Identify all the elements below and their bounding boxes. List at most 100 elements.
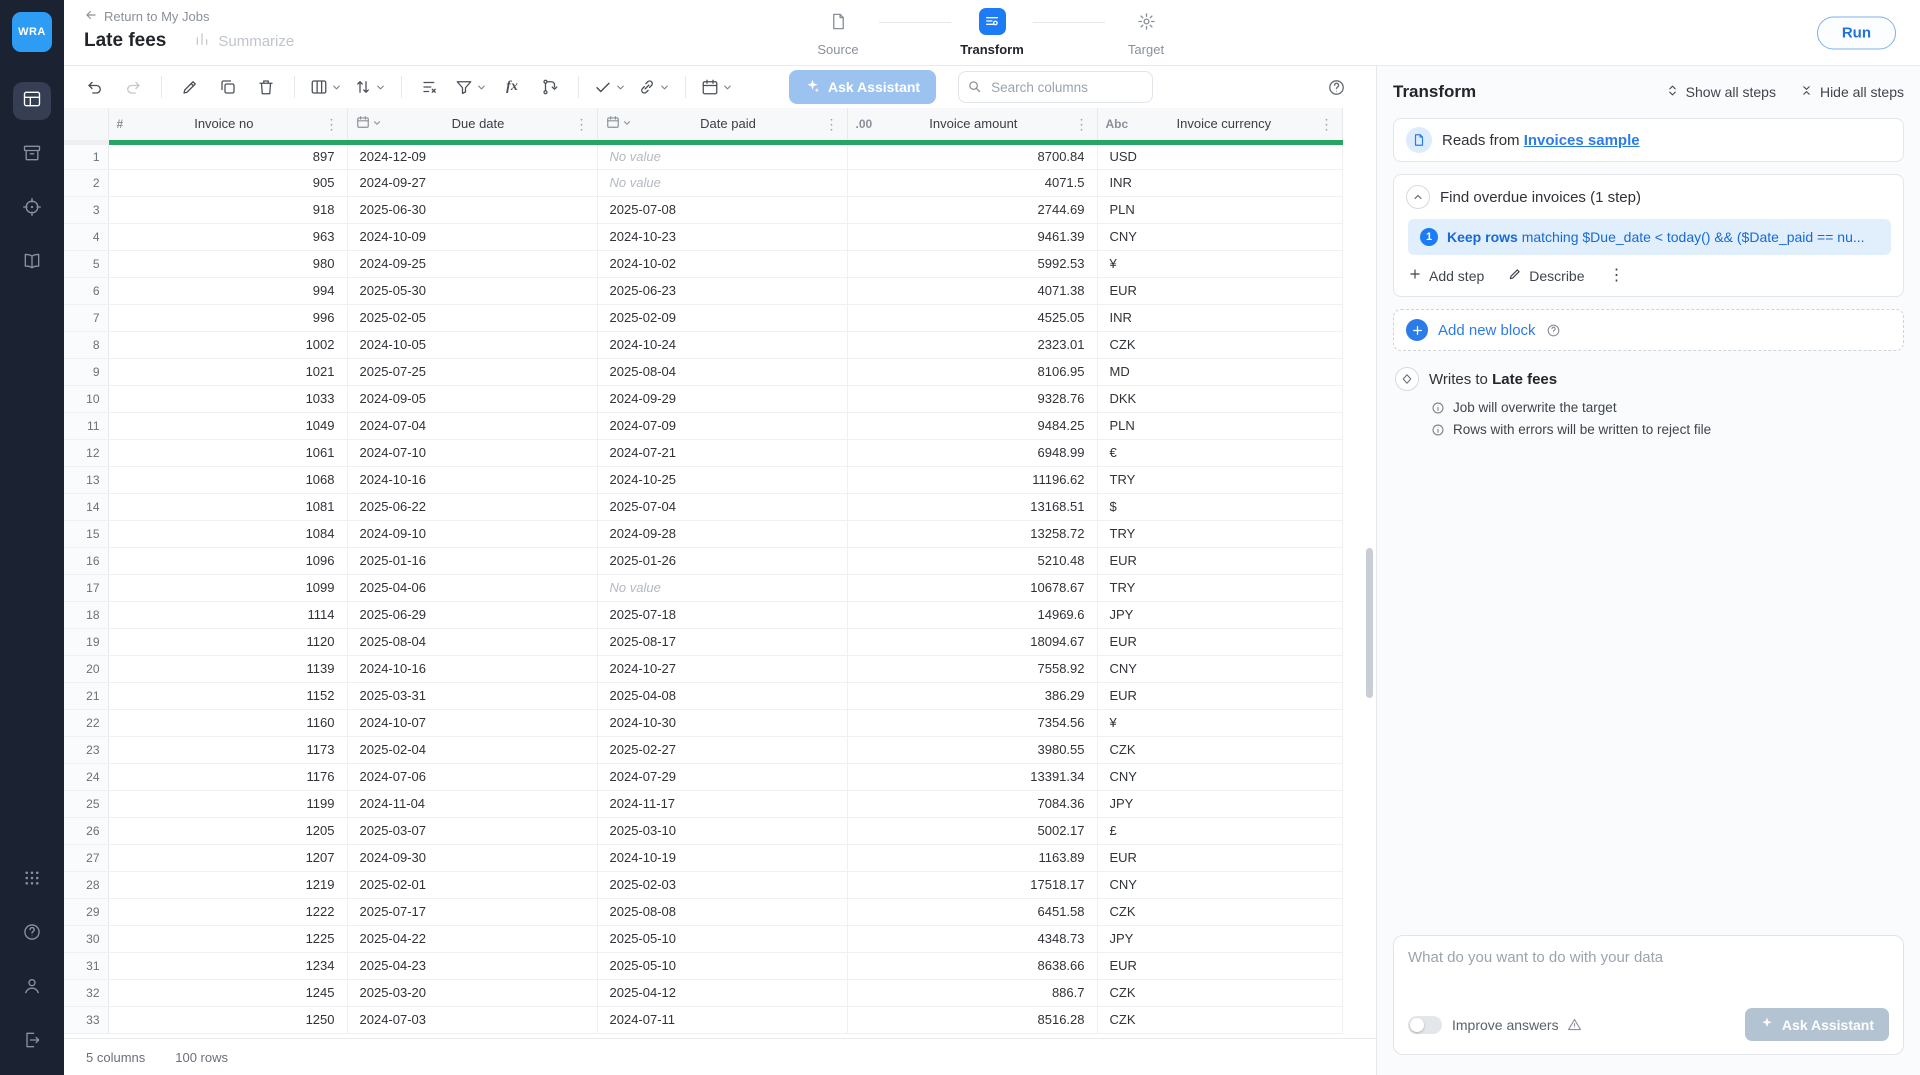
table-cell[interactable]: ¥ (1097, 250, 1342, 277)
table-cell[interactable]: 2024-10-27 (597, 655, 847, 682)
table-cell[interactable]: 2025-04-08 (597, 682, 847, 709)
table-row[interactable]: 49632024-10-092024-10-239461.39CNY (64, 223, 1342, 250)
table-cell[interactable]: 1163.89 (847, 844, 1097, 871)
table-cell[interactable]: 11196.62 (847, 466, 1097, 493)
table-row[interactable]: 1110492024-07-042024-07-099484.25PLN (64, 412, 1342, 439)
table-cell[interactable]: 1219 (108, 871, 347, 898)
table-cell[interactable]: 8638.66 (847, 952, 1097, 979)
table-cell[interactable]: 886.7 (847, 979, 1097, 1006)
table-cell[interactable]: 7558.92 (847, 655, 1097, 682)
sidebar-item-transform[interactable] (13, 82, 51, 120)
table-cell[interactable]: PLN (1097, 196, 1342, 223)
summarize-button[interactable]: Summarize (194, 31, 294, 51)
table-cell[interactable]: 1068 (108, 466, 347, 493)
table-cell[interactable]: 2025-04-22 (347, 925, 597, 952)
table-cell[interactable]: CNY (1097, 871, 1342, 898)
table-cell[interactable]: 2024-10-07 (347, 709, 597, 736)
table-cell[interactable]: 6451.58 (847, 898, 1097, 925)
table-cell[interactable]: 8106.95 (847, 358, 1097, 385)
table-cell[interactable]: 13258.72 (847, 520, 1097, 547)
ask-assistant-submit-button[interactable]: Ask Assistant (1745, 1008, 1889, 1041)
table-row[interactable]: 910212025-07-252025-08-048106.95MD (64, 358, 1342, 385)
table-cell[interactable]: 2025-02-27 (597, 736, 847, 763)
table-cell[interactable]: 5992.53 (847, 250, 1097, 277)
column-header-invoice-amount[interactable]: .00 Invoice amount ⋮ (847, 108, 1097, 142)
run-button[interactable]: Run (1817, 16, 1896, 49)
table-row[interactable]: 2011392024-10-162024-10-277558.92CNY (64, 655, 1342, 682)
table-cell[interactable]: 2744.69 (847, 196, 1097, 223)
columns-button[interactable] (306, 71, 346, 103)
reshape-button[interactable] (533, 71, 567, 103)
table-row[interactable]: 3312502024-07-032024-07-118516.28CZK (64, 1006, 1342, 1033)
assistant-prompt-input[interactable] (1408, 949, 1889, 993)
table-cell[interactable]: 6948.99 (847, 439, 1097, 466)
table-cell[interactable]: CNY (1097, 655, 1342, 682)
table-cell[interactable]: 2025-03-07 (347, 817, 597, 844)
table-row[interactable]: 1610962025-01-162025-01-265210.48EUR (64, 547, 1342, 574)
table-cell[interactable]: 1021 (108, 358, 347, 385)
table-cell[interactable]: 9328.76 (847, 385, 1097, 412)
vertical-scrollbar[interactable] (1366, 548, 1373, 698)
table-cell[interactable]: 1033 (108, 385, 347, 412)
table-cell[interactable]: 1152 (108, 682, 347, 709)
show-all-steps-button[interactable]: Show all steps (1666, 84, 1776, 100)
table-cell[interactable]: 2024-10-16 (347, 655, 597, 682)
table-cell[interactable]: 1222 (108, 898, 347, 925)
table-cell[interactable]: 1205 (108, 817, 347, 844)
table-row[interactable]: 2812192025-02-012025-02-0317518.17CNY (64, 871, 1342, 898)
sidebar-item-account[interactable] (13, 969, 51, 1007)
column-header-invoice-currency[interactable]: Abc Invoice currency ⋮ (1097, 108, 1342, 142)
table-cell[interactable]: 2025-08-04 (597, 358, 847, 385)
table-cell[interactable]: PLN (1097, 412, 1342, 439)
table-cell[interactable]: 13168.51 (847, 493, 1097, 520)
step-row[interactable]: 1 Keep rows matching $Due_date < today()… (1408, 219, 1891, 255)
table-cell[interactable]: 2025-06-29 (347, 601, 597, 628)
table-cell[interactable]: 897 (108, 142, 347, 169)
table-row[interactable]: 2211602024-10-072024-10-307354.56¥ (64, 709, 1342, 736)
table-row[interactable]: 1911202025-08-042025-08-1718094.67EUR (64, 628, 1342, 655)
join-button[interactable] (634, 71, 674, 103)
table-cell[interactable]: 2025-07-25 (347, 358, 597, 385)
table-cell[interactable]: 1081 (108, 493, 347, 520)
table-cell[interactable]: 2024-10-23 (597, 223, 847, 250)
table-cell[interactable]: 996 (108, 304, 347, 331)
table-cell[interactable]: JPY (1097, 925, 1342, 952)
table-cell[interactable]: 1199 (108, 790, 347, 817)
add-new-block-button[interactable]: Add new block (1393, 309, 1904, 351)
table-cell[interactable]: 7354.56 (847, 709, 1097, 736)
table-cell[interactable]: 1139 (108, 655, 347, 682)
table-row[interactable]: 1410812025-06-222025-07-0413168.51$ (64, 493, 1342, 520)
table-cell[interactable]: 2025-08-04 (347, 628, 597, 655)
table-cell[interactable]: 5002.17 (847, 817, 1097, 844)
table-cell[interactable]: 2025-04-06 (347, 574, 597, 601)
table-row[interactable]: 1510842024-09-102024-09-2813258.72TRY (64, 520, 1342, 547)
table-cell[interactable]: 2024-07-03 (347, 1006, 597, 1033)
table-cell[interactable]: 7084.36 (847, 790, 1097, 817)
table-cell[interactable]: 2025-03-20 (347, 979, 597, 1006)
column-menu-button[interactable]: ⋮ (1320, 117, 1334, 131)
table-cell[interactable]: 9461.39 (847, 223, 1097, 250)
sidebar-item-apps[interactable] (13, 861, 51, 899)
table-cell[interactable]: 2024-12-09 (347, 142, 597, 169)
table-cell[interactable]: 2024-10-19 (597, 844, 847, 871)
table-cell[interactable]: CZK (1097, 1006, 1342, 1033)
column-menu-button[interactable]: ⋮ (825, 117, 839, 131)
row-filter-button[interactable] (413, 71, 447, 103)
table-cell[interactable]: 2323.01 (847, 331, 1097, 358)
table-cell[interactable]: 18094.67 (847, 628, 1097, 655)
table-cell[interactable]: 2025-02-01 (347, 871, 597, 898)
duplicate-button[interactable] (211, 71, 245, 103)
table-cell[interactable]: 5210.48 (847, 547, 1097, 574)
table-cell[interactable]: 994 (108, 277, 347, 304)
table-cell[interactable]: 2024-07-10 (347, 439, 597, 466)
table-cell[interactable]: 4348.73 (847, 925, 1097, 952)
table-cell[interactable]: EUR (1097, 628, 1342, 655)
date-tools-button[interactable] (697, 71, 737, 103)
redo-button[interactable] (116, 71, 150, 103)
table-cell[interactable]: 17518.17 (847, 871, 1097, 898)
table-cell[interactable]: 2024-10-25 (597, 466, 847, 493)
table-cell[interactable]: 2024-10-05 (347, 331, 597, 358)
table-cell[interactable]: 10678.67 (847, 574, 1097, 601)
table-cell[interactable]: CZK (1097, 736, 1342, 763)
table-cell[interactable]: 2025-02-03 (597, 871, 847, 898)
